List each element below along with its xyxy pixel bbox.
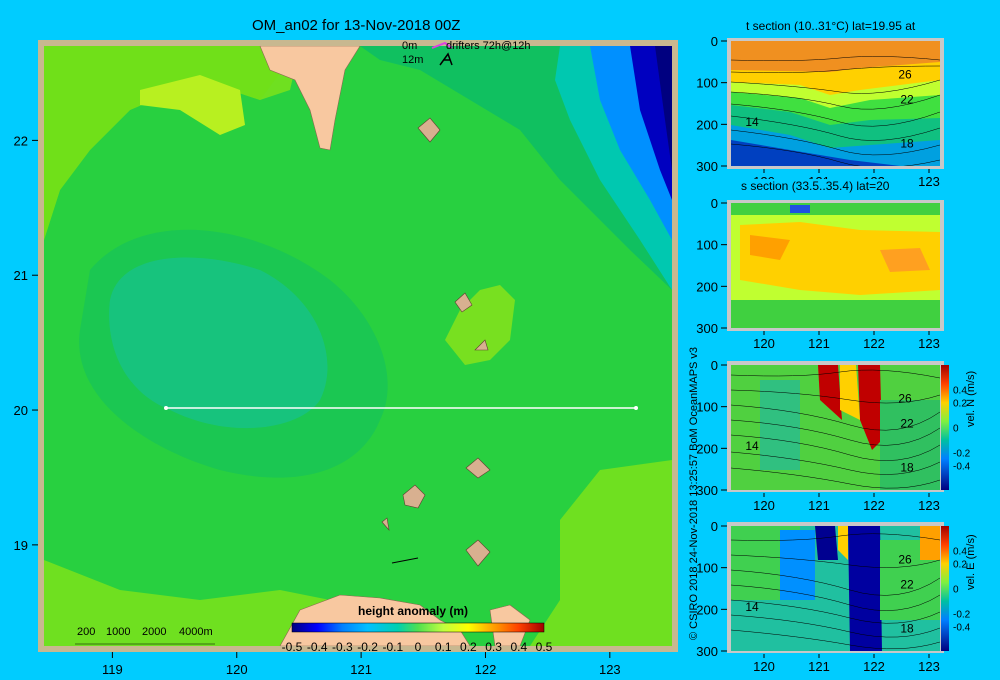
colorbar-label: height anomaly (m) <box>358 604 469 618</box>
velocity-colorbar-tick: 0 <box>953 585 959 596</box>
contour-label: 18 <box>900 136 914 150</box>
vel-e-label: vel. E (m/s) <box>965 534 977 590</box>
s-section-title: s section (33.5..35.4) lat=20 <box>741 179 890 193</box>
section-x-tick-label: 120 <box>753 659 775 674</box>
section-y-tick-label: 200 <box>696 279 718 294</box>
section-x-tick-label: 121 <box>808 659 830 674</box>
section-x-tick-label: 122 <box>863 498 885 513</box>
section-x-tick-label: 120 <box>753 498 775 513</box>
colorbar-tick-label: 0.1 <box>435 640 452 654</box>
x-tick-label: 123 <box>599 662 621 677</box>
figure-canvas: 119 120 121 122 123 22 21 20 19 123010020030… <box>14 34 971 677</box>
contour-label: 14 <box>745 439 759 453</box>
velocity-colorbar-tick: -0.4 <box>953 623 971 634</box>
section-x-tick-label: 120 <box>753 336 775 351</box>
velocity-colorbar-tick: 0 <box>953 424 959 435</box>
section-x-tick-label: 122 <box>863 659 885 674</box>
section-x-tick-label: 121 <box>808 498 830 513</box>
s-section-heatmap <box>731 203 940 328</box>
colorbar-tick-label: 0.5 <box>536 640 553 654</box>
section-y-tick-label: 300 <box>696 321 718 336</box>
credit-text: © CSIRO 2018 24-Nov-2018 13:25:57 BoM Oc… <box>688 346 700 640</box>
velocity-colorbar-tick: -0.2 <box>953 610 971 621</box>
section-y-tick-label: 0 <box>711 358 718 373</box>
depth-legend-1000: 1000 <box>106 626 131 638</box>
y-tick-label: 19 <box>14 538 28 553</box>
map-title: OM_an02 for 13-Nov-2018 00Z <box>252 17 461 34</box>
colorbar-tick-label: -0.3 <box>332 640 353 654</box>
x-tick-label: 121 <box>350 662 372 677</box>
drifter-legend-label: drifters 72h@12h <box>446 40 531 52</box>
section-y-tick-label: 300 <box>696 159 718 174</box>
colorbar-tick-label: 0.4 <box>510 640 527 654</box>
contour-label: 22 <box>900 93 914 107</box>
section-y-tick-label: 0 <box>711 519 718 534</box>
section-x-tick-label: 123 <box>918 336 940 351</box>
section-y-tick-label: 200 <box>696 117 718 132</box>
colorbar-tick-label: -0.1 <box>382 640 403 654</box>
height-anomaly-map <box>44 46 672 646</box>
colorbar-tick-label: -0.5 <box>282 640 303 654</box>
contour-label: 26 <box>898 392 912 406</box>
vel-e-colorbar <box>941 526 949 651</box>
section-x-tick-label: 123 <box>918 659 940 674</box>
section-y-tick-label: 300 <box>696 644 718 659</box>
t-section-title: t section (10..31°C) lat=19.95 at <box>746 19 916 33</box>
depth-legend-4000: 4000m <box>179 626 213 638</box>
section-x-tick-label: 123 <box>918 174 940 189</box>
x-tick-label: 120 <box>226 662 248 677</box>
x-tick-label: 122 <box>475 662 497 677</box>
drifter-legend-12m: 12m <box>402 54 424 66</box>
section-y-tick-label: 100 <box>696 76 718 91</box>
contour-label: 14 <box>745 600 759 614</box>
section-y-tick-label: 0 <box>711 196 718 211</box>
colorbar-tick-label: 0.3 <box>485 640 502 654</box>
vel-n-colorbar <box>941 365 949 490</box>
contour-label: 18 <box>900 460 914 474</box>
contour-label: 22 <box>900 578 914 592</box>
contour-label: 26 <box>898 553 912 567</box>
velocity-colorbar-tick: -0.4 <box>953 462 971 473</box>
colorbar-tick-label: 0.2 <box>460 640 477 654</box>
colorbar-tick-label: 0 <box>415 640 422 654</box>
y-tick-label: 20 <box>14 403 28 418</box>
contour-label: 18 <box>900 621 914 635</box>
height-colorbar <box>291 622 545 633</box>
colorbar-tick-label: -0.4 <box>307 640 328 654</box>
y-tick-label: 22 <box>14 133 28 148</box>
contour-label: 14 <box>745 115 759 129</box>
colorbar-tick-label: -0.2 <box>357 640 378 654</box>
y-tick-label: 21 <box>14 268 28 283</box>
depth-legend-2000: 2000 <box>142 626 167 638</box>
section-y-tick-label: 100 <box>696 238 718 253</box>
x-tick-label: 119 <box>102 662 123 677</box>
section-x-tick-label: 122 <box>863 336 885 351</box>
drifter-legend-0m: 0m <box>402 40 418 52</box>
velocity-colorbar-tick: -0.2 <box>953 449 971 460</box>
contour-label: 22 <box>900 417 914 431</box>
section-x-tick-label: 123 <box>918 498 940 513</box>
depth-legend-200: 200 <box>77 626 96 638</box>
section-y-tick-label: 0 <box>711 34 718 49</box>
vel-n-label: vel. N (m/s) <box>965 370 977 427</box>
contour-label: 26 <box>898 68 912 82</box>
section-x-tick-label: 121 <box>808 336 830 351</box>
